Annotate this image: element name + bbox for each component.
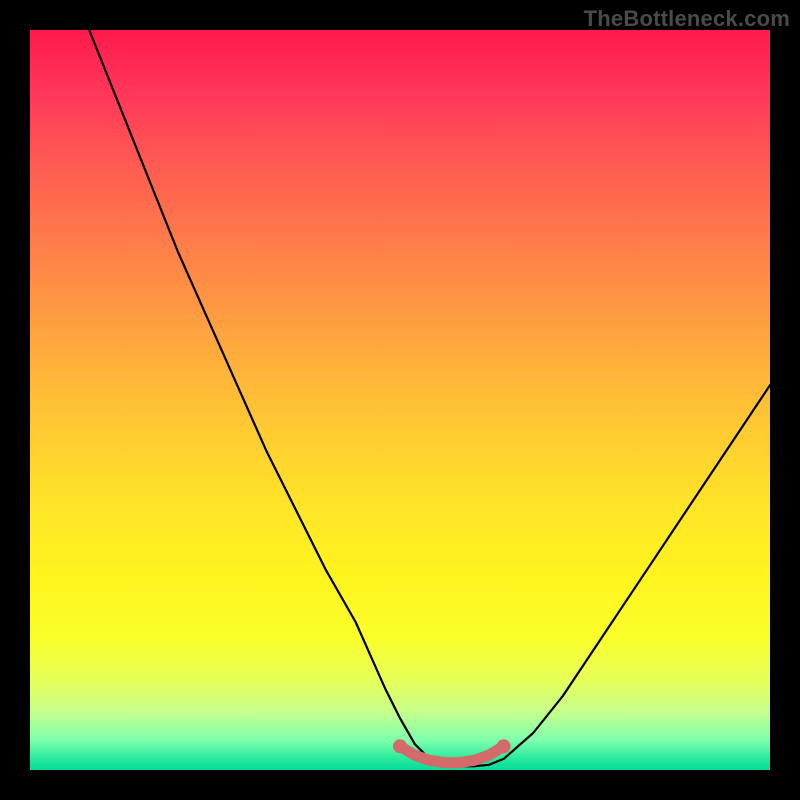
chart-frame: TheBottleneck.com: [0, 0, 800, 800]
optimal-zone-endpoint: [393, 739, 407, 753]
watermark-label: TheBottleneck.com: [584, 6, 790, 32]
optimal-zone-endpoint: [497, 739, 511, 753]
plot-area: [30, 30, 770, 770]
curve-layer: [30, 30, 770, 770]
bottleneck-curve-path: [89, 30, 770, 766]
optimal-zone-path: [400, 746, 504, 762]
